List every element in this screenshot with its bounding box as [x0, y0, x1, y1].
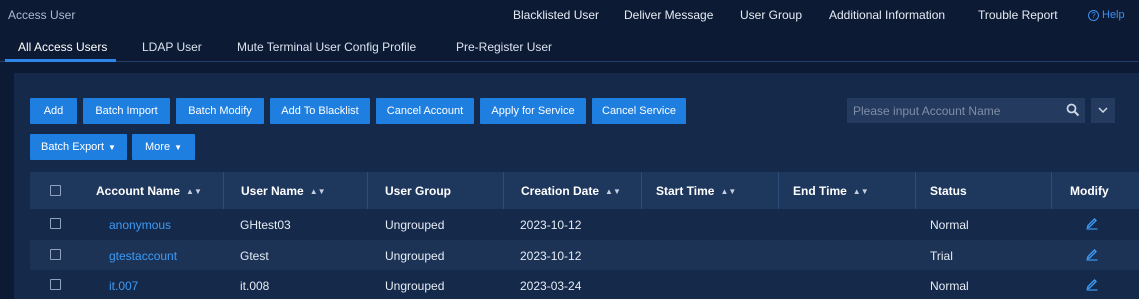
add-button[interactable]: Add	[30, 98, 77, 124]
user-name: it.008	[240, 279, 270, 293]
table-row: anonymous GHtest03 Ungrouped 2023-10-12 …	[30, 209, 1139, 239]
column-label: Account Name	[96, 184, 181, 198]
column-account-name[interactable]: Account Name ▲▼	[96, 184, 202, 198]
row-checkbox[interactable]	[50, 249, 61, 260]
table-row: gtestaccount Gtest Ungrouped 2023-10-12 …	[30, 240, 1139, 270]
creation-date: 2023-10-12	[520, 218, 582, 232]
column-label: Creation Date	[521, 184, 600, 198]
column-modify: Modify	[1070, 184, 1109, 198]
column-start-time[interactable]: Start Time ▲▼	[656, 184, 736, 198]
column-divider	[367, 172, 368, 209]
user-group: Ungrouped	[385, 218, 445, 232]
batch-export-button[interactable]: Batch Export ▼	[30, 134, 127, 160]
batch-import-button[interactable]: Batch Import	[83, 98, 170, 124]
nav-blacklisted-user[interactable]: Blacklisted User	[513, 8, 599, 22]
app-title: Access User	[8, 8, 76, 22]
search-icon[interactable]	[1066, 103, 1080, 117]
column-divider	[223, 172, 224, 209]
nav-deliver-message[interactable]: Deliver Message	[624, 8, 713, 22]
batch-modify-button[interactable]: Batch Modify	[176, 98, 264, 124]
creation-date: 2023-10-12	[520, 249, 582, 263]
tab-pre-register-user[interactable]: Pre-Register User	[456, 40, 552, 54]
account-name-link[interactable]: gtestaccount	[109, 249, 177, 263]
status: Normal	[930, 218, 969, 232]
column-label: Start Time	[656, 184, 715, 198]
more-button[interactable]: More ▼	[132, 134, 195, 160]
tab-mute-terminal-user-config-profile[interactable]: Mute Terminal User Config Profile	[237, 40, 416, 54]
column-divider	[503, 172, 504, 209]
sort-arrows-icon[interactable]: ▲▼	[310, 187, 326, 196]
sort-arrows-icon[interactable]: ▲▼	[605, 187, 621, 196]
column-divider	[778, 172, 779, 209]
table-header: Account Name ▲▼ User Name ▲▼ User Group Cr…	[30, 172, 1139, 209]
help-circle-icon: ?	[1088, 9, 1099, 21]
sort-arrows-icon[interactable]: ▲▼	[186, 187, 202, 196]
account-name-link[interactable]: anonymous	[109, 218, 171, 232]
status: Trial	[930, 249, 953, 263]
sort-arrows-icon[interactable]: ▲▼	[720, 187, 736, 196]
edit-pencil-icon[interactable]	[1085, 277, 1099, 291]
chevron-down-icon	[1098, 107, 1108, 113]
top-bar: Access User Blacklisted User Deliver Mes…	[0, 0, 1139, 32]
tab-ldap-user[interactable]: LDAP User	[142, 40, 202, 54]
select-all-checkbox[interactable]	[50, 185, 61, 196]
sort-arrows-icon[interactable]: ▲▼	[853, 187, 869, 196]
column-user-name[interactable]: User Name ▲▼	[241, 184, 326, 198]
search-options-button[interactable]	[1091, 98, 1115, 123]
column-divider	[1051, 172, 1052, 209]
account-name-link[interactable]: it.007	[109, 279, 138, 293]
tab-all-access-users[interactable]: All Access Users	[18, 40, 107, 54]
chevron-down-icon: ▼	[108, 143, 116, 152]
column-label: User Name	[241, 184, 304, 198]
column-label: End Time	[793, 184, 847, 198]
column-status: Status	[930, 184, 967, 198]
column-divider	[641, 172, 642, 209]
edit-pencil-icon[interactable]	[1085, 216, 1099, 230]
search-input[interactable]	[847, 98, 1085, 123]
help-label: Help	[1102, 9, 1125, 21]
cancel-account-button[interactable]: Cancel Account	[376, 98, 474, 124]
apply-for-service-button[interactable]: Apply for Service	[480, 98, 586, 124]
batch-export-label: Batch Export	[41, 141, 105, 153]
row-checkbox[interactable]	[50, 218, 61, 229]
status: Normal	[930, 279, 969, 293]
active-tab-indicator	[5, 59, 116, 62]
cancel-service-button[interactable]: Cancel Service	[592, 98, 686, 124]
nav-additional-information[interactable]: Additional Information	[829, 8, 945, 22]
user-name: Gtest	[240, 249, 269, 263]
column-divider	[915, 172, 916, 209]
row-checkbox[interactable]	[50, 279, 61, 290]
add-to-blacklist-button[interactable]: Add To Blacklist	[270, 98, 370, 124]
chevron-down-icon: ▼	[174, 143, 182, 152]
column-creation-date[interactable]: Creation Date ▲▼	[521, 184, 621, 198]
tab-bar: All Access Users LDAP User Mute Terminal…	[0, 32, 1139, 62]
more-label: More	[145, 141, 171, 153]
nav-trouble-report[interactable]: Trouble Report	[978, 8, 1058, 22]
user-group: Ungrouped	[385, 249, 445, 263]
column-end-time[interactable]: End Time ▲▼	[793, 184, 869, 198]
table-row: it.007 it.008 Ungrouped 2023-03-24 Norma…	[30, 270, 1139, 299]
nav-user-group[interactable]: User Group	[740, 8, 802, 22]
user-name: GHtest03	[240, 218, 291, 232]
help-link[interactable]: ? Help	[1088, 9, 1125, 21]
user-group: Ungrouped	[385, 279, 445, 293]
edit-pencil-icon[interactable]	[1085, 247, 1099, 261]
creation-date: 2023-03-24	[520, 279, 582, 293]
column-user-group: User Group	[385, 184, 452, 198]
